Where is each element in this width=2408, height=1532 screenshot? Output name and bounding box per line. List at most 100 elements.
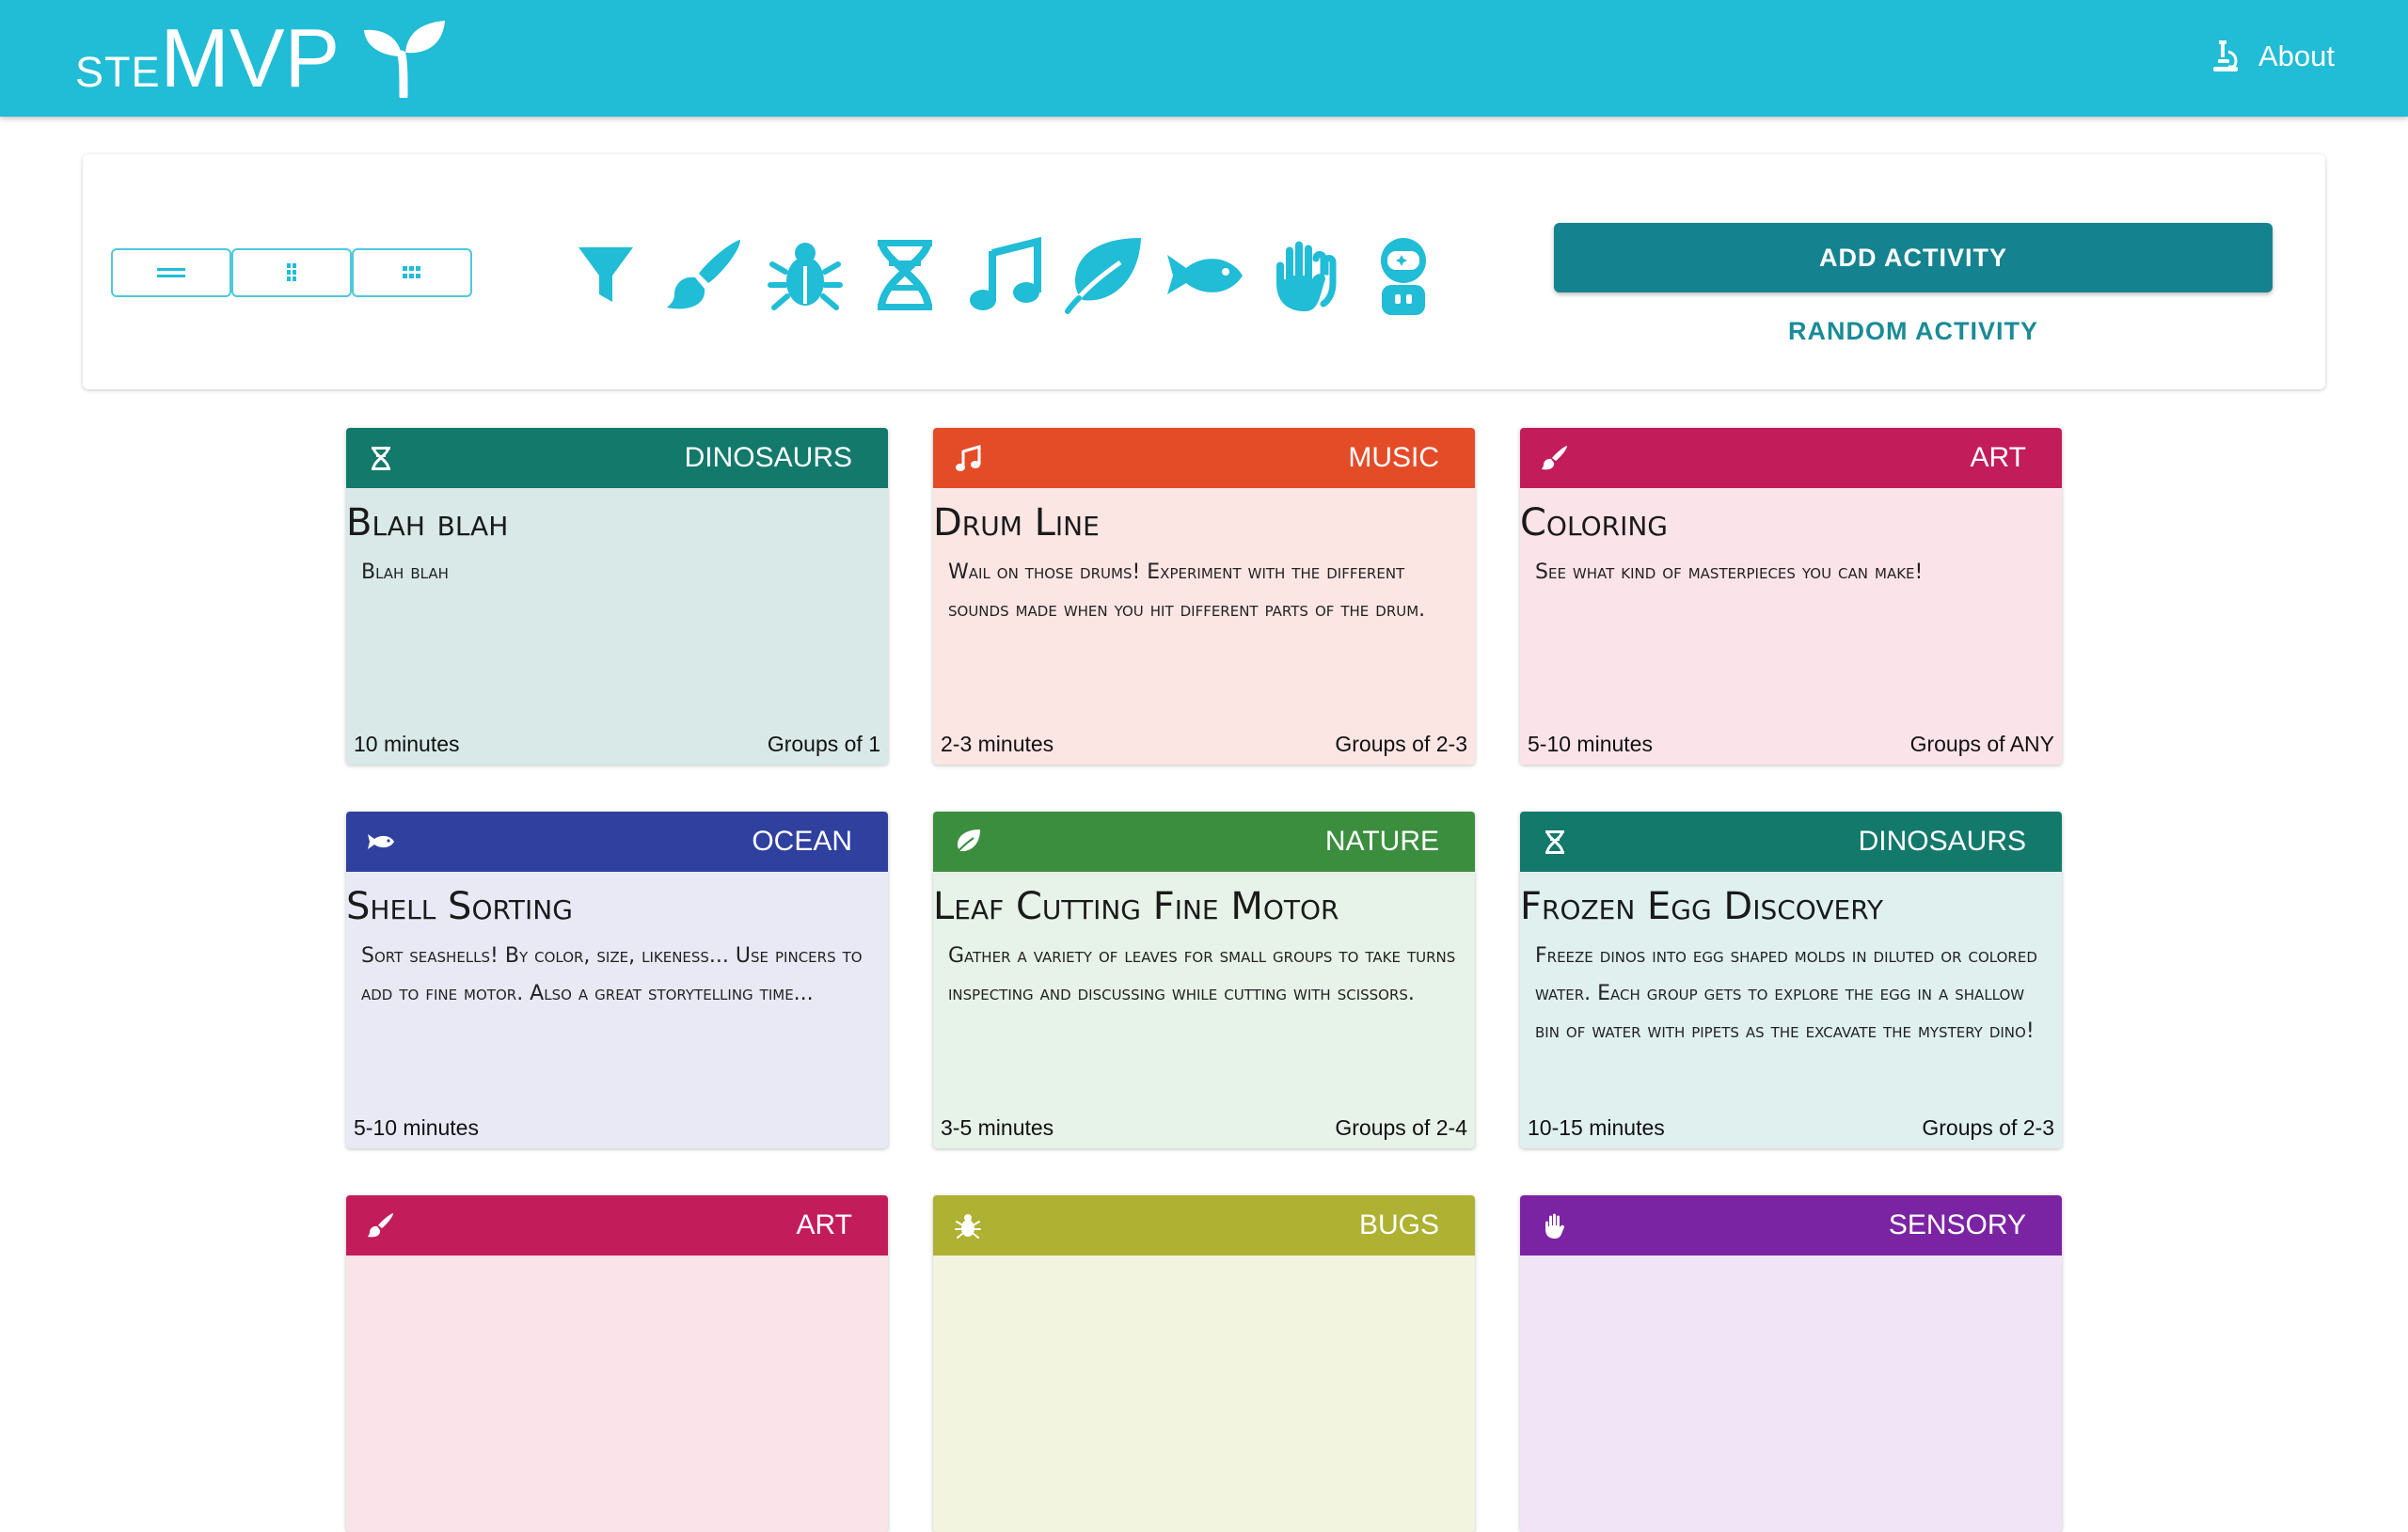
- add-activity-button[interactable]: ADD ACTIVITY: [1554, 223, 2273, 292]
- list-view-icon: [157, 268, 185, 277]
- card-duration: 5-10 minutes: [354, 1115, 479, 1140]
- card-header: BUGS: [933, 1195, 1475, 1256]
- leaf-icon: [1065, 238, 1141, 314]
- medium-grid-icon: [287, 263, 296, 281]
- bugs-filter-button[interactable]: [760, 229, 850, 320]
- activity-card[interactable]: SENSORY: [1520, 1195, 2062, 1532]
- activity-card[interactable]: MUSIC Drum Line Wail on those drums! Exp…: [933, 428, 1475, 765]
- list-view-button[interactable]: [111, 248, 231, 297]
- card-duration: 2-3 minutes: [941, 732, 1054, 756]
- card-header: DINOSAURS: [346, 428, 888, 488]
- music-note-icon: [956, 444, 981, 471]
- category-filter-row: [561, 229, 1458, 320]
- card-header: ART: [1520, 428, 2062, 488]
- activity-card[interactable]: DINOSAURS Frozen Egg Discovery Freeze di…: [1520, 812, 2062, 1148]
- brand-suffix: MVP: [160, 11, 341, 104]
- card-category: SENSORY: [1888, 1209, 2026, 1240]
- card-footer: 5-10 minutes: [354, 1115, 880, 1141]
- card-category: DINOSAURS: [684, 442, 852, 473]
- card-category: BUGS: [1358, 1209, 1439, 1240]
- card-group-size: Groups of 2-4: [1335, 1115, 1467, 1140]
- filter-button[interactable]: [561, 229, 651, 320]
- medium-grid-view-button[interactable]: [231, 248, 352, 297]
- card-title: Drum Line: [933, 501, 1100, 545]
- sensory-filter-button[interactable]: [1259, 229, 1349, 320]
- card-description: See what kind of masterpieces you can ma…: [1535, 561, 1924, 584]
- art-brush-icon: [368, 1213, 393, 1238]
- card-description: Gather a variety of leaves for small gro…: [948, 944, 1456, 1005]
- card-description: Sort seashells! By color, size, likeness…: [361, 944, 863, 1005]
- card-title: Frozen Egg Discovery: [1520, 885, 1883, 928]
- card-footer: 5-10 minutes Groups of ANY: [1528, 732, 2054, 757]
- activity-card[interactable]: ART: [346, 1195, 888, 1532]
- card-header: MUSIC: [933, 428, 1475, 488]
- fish-icon: [1167, 255, 1243, 294]
- card-description: Wail on those drums! Experiment with the…: [948, 561, 1426, 622]
- card-description: Blah blah: [361, 561, 449, 584]
- card-header: DINOSAURS: [1520, 812, 2062, 872]
- small-grid-icon: [403, 266, 420, 278]
- leaf-icon: [955, 829, 980, 855]
- filter-icon: [578, 247, 633, 302]
- dna-icon: [372, 446, 390, 470]
- app-bar: steMVP About: [0, 0, 2408, 117]
- activity-card[interactable]: DINOSAURS Blah blah Blah blah 10 minutes…: [346, 428, 888, 765]
- card-group-size: Groups of 2-3: [1335, 732, 1467, 756]
- activity-card[interactable]: NATURE Leaf Cutting Fine Motor Gather a …: [933, 812, 1475, 1148]
- hands-icon: [1545, 1213, 1564, 1239]
- card-duration: 10-15 minutes: [1528, 1115, 1665, 1140]
- card-category: MUSIC: [1348, 442, 1439, 473]
- space-filter-button[interactable]: [1358, 229, 1449, 320]
- brand-prefix: ste: [75, 32, 161, 100]
- card-title: Blah blah: [346, 501, 509, 545]
- fish-icon: [368, 834, 394, 849]
- random-activity-button[interactable]: RANDOM ACTIVITY: [1554, 305, 2273, 357]
- card-group-size: Groups of 1: [767, 732, 880, 756]
- card-category: OCEAN: [752, 826, 852, 857]
- card-footer: 10 minutes Groups of 1: [354, 732, 880, 757]
- astronaut-icon: [1381, 238, 1426, 315]
- card-group-size: Groups of ANY: [1909, 732, 2054, 756]
- card-title: Leaf Cutting Fine Motor: [933, 885, 1339, 928]
- about-link[interactable]: About: [2210, 34, 2335, 79]
- bug-icon: [955, 1214, 981, 1239]
- card-duration: 3-5 minutes: [941, 1115, 1054, 1140]
- ocean-filter-button[interactable]: [1159, 229, 1249, 320]
- card-category: DINOSAURS: [1858, 826, 2026, 857]
- dna-icon: [1545, 829, 1564, 854]
- card-duration: 5-10 minutes: [1528, 732, 1653, 756]
- hands-icon: [1276, 241, 1337, 311]
- brand-wordmark: steMVP: [75, 17, 340, 100]
- card-group-size: Groups of 2-3: [1922, 1115, 2054, 1140]
- nature-filter-button[interactable]: [1059, 229, 1149, 320]
- card-category: ART: [796, 1209, 852, 1240]
- card-description: Freeze dinos into egg shaped molds in di…: [1535, 944, 2037, 1043]
- dna-icon: [878, 239, 932, 310]
- art-brush-icon: [1542, 446, 1567, 470]
- activity-card[interactable]: OCEAN Shell Sorting Sort seashells! By c…: [346, 812, 888, 1148]
- card-footer: 2-3 minutes Groups of 2-3: [941, 732, 1467, 757]
- about-label: About: [2258, 39, 2335, 72]
- art-filter-button[interactable]: [660, 229, 751, 320]
- card-footer: 3-5 minutes Groups of 2-4: [941, 1115, 1467, 1141]
- music-note-icon: [970, 236, 1041, 310]
- card-duration: 10 minutes: [354, 732, 460, 756]
- view-toggle-group: [111, 248, 472, 297]
- toolbar-panel: ADD ACTIVITY RANDOM ACTIVITY: [83, 154, 2325, 389]
- activity-card[interactable]: ART Coloring See what kind of masterpiec…: [1520, 428, 2062, 765]
- card-header: ART: [346, 1195, 888, 1256]
- card-category: ART: [1970, 442, 2026, 473]
- activity-card[interactable]: BUGS: [933, 1195, 1475, 1532]
- small-grid-view-button[interactable]: [352, 248, 472, 297]
- sprout-icon: [364, 21, 446, 98]
- card-header: SENSORY: [1520, 1195, 2062, 1256]
- card-title: Coloring: [1520, 501, 1668, 545]
- brand[interactable]: steMVP: [75, 13, 447, 103]
- card-header: NATURE: [933, 812, 1475, 872]
- card-category: NATURE: [1324, 826, 1439, 857]
- art-brush-icon: [667, 240, 740, 309]
- card-header: OCEAN: [346, 812, 888, 872]
- dinosaurs-filter-button[interactable]: [860, 229, 950, 320]
- music-filter-button[interactable]: [959, 229, 1050, 320]
- card-footer: 10-15 minutes Groups of 2-3: [1528, 1115, 2054, 1141]
